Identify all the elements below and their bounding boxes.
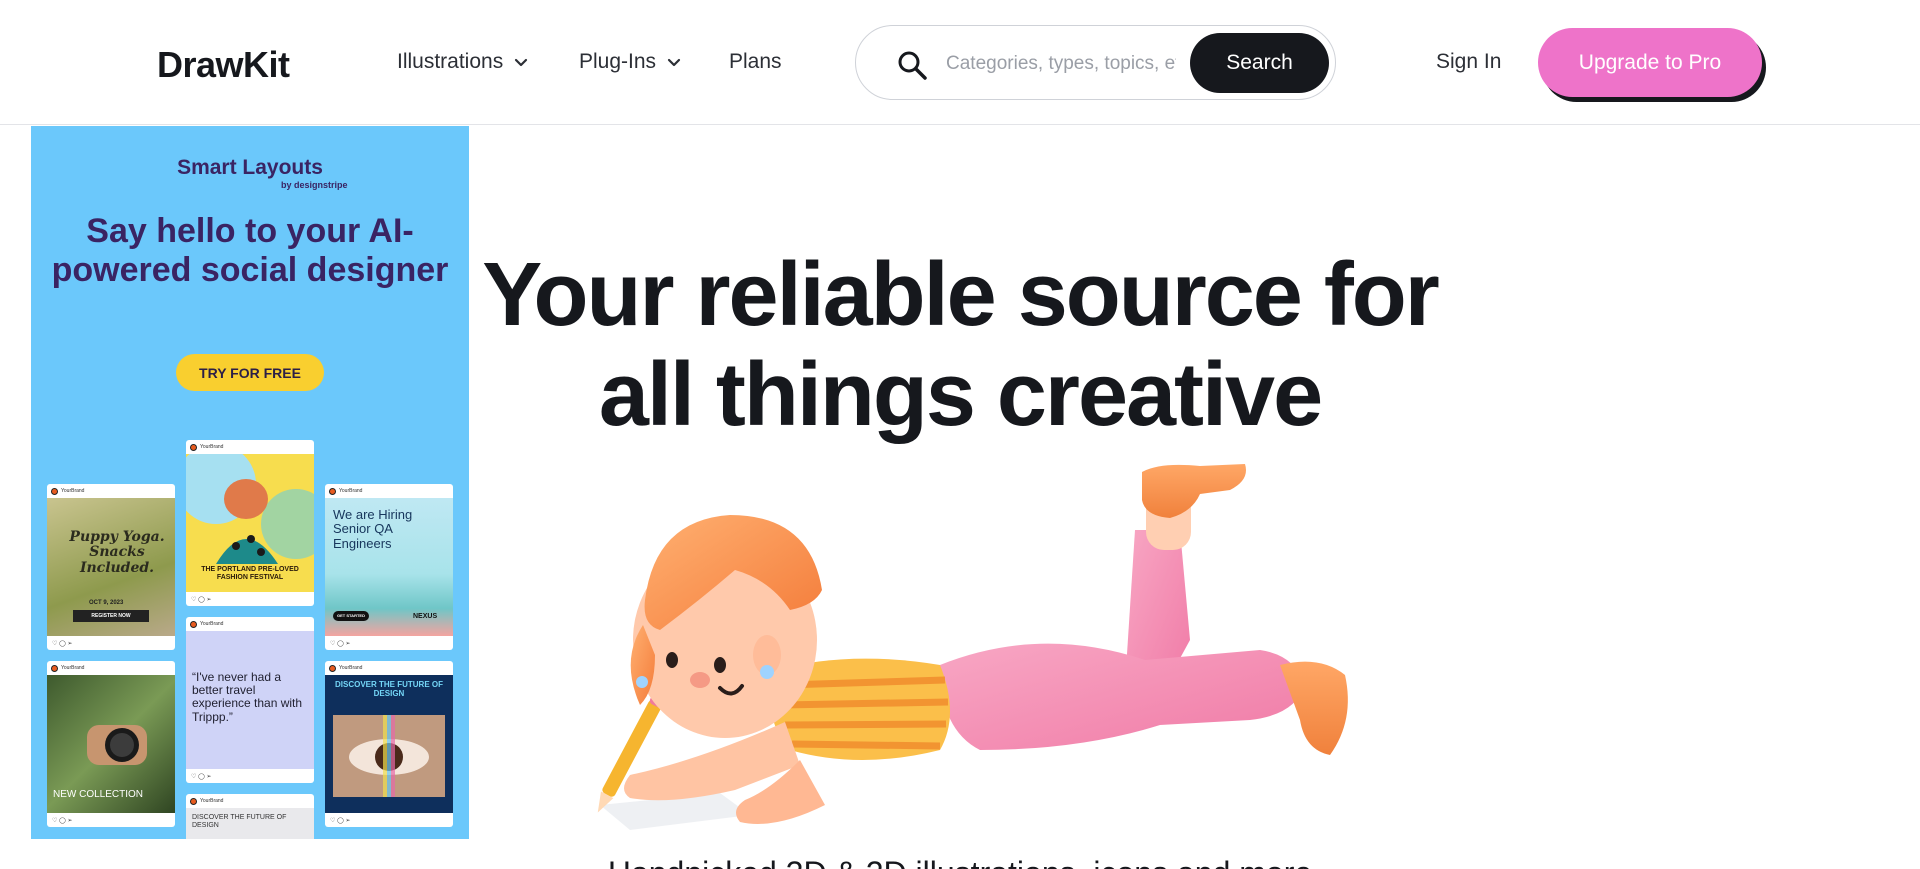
search-icon[interactable] (896, 49, 928, 81)
card-handle: YourBrand (61, 665, 85, 671)
ad-headline: Say hello to your AI-powered social desi… (51, 212, 449, 289)
card-actions: ♡ ◯ ➢ (191, 596, 212, 603)
card-date: OCT 9, 2023 (89, 600, 124, 606)
card-header: YourBrand (325, 661, 453, 675)
card-handle: YourBrand (200, 444, 224, 450)
site-header: DrawKit Illustrations Plug-Ins Plans Sea… (0, 0, 1920, 125)
card-handle: YourBrand (339, 488, 363, 494)
card-handle: YourBrand (61, 488, 85, 494)
card-image: NEW COLLECTION (47, 675, 175, 813)
nav-plug-ins[interactable]: Plug-Ins (579, 50, 682, 74)
card-actions: ♡ ◯ ➢ (330, 817, 351, 824)
hero-title: Your reliable source for all things crea… (482, 245, 1440, 445)
nav-plug-ins-label: Plug-Ins (579, 50, 657, 73)
search-button[interactable]: Search (1190, 33, 1329, 93)
card-text: THE PORTLAND PRE-LOVED FASHION FESTIVAL (201, 566, 299, 581)
ad-brand: Smart Layouts (177, 156, 323, 179)
ad-by-line: by designstripe (281, 180, 348, 190)
nav-plans[interactable]: Plans (729, 50, 782, 74)
ad-card: YourBrand Puppy Yoga. Snacks Included. O… (47, 484, 175, 650)
upgrade-to-pro-button[interactable]: Upgrade to Pro (1538, 28, 1762, 97)
nav-plans-label: Plans (729, 50, 782, 73)
card-handle: YourBrand (200, 798, 224, 804)
chevron-down-icon (515, 58, 528, 67)
ad-card: YourBrand “I've never had a better trave… (186, 617, 314, 783)
card-tag: NEXUS (413, 613, 438, 620)
upgrade-button-wrap: Upgrade to Pro (1538, 28, 1766, 102)
card-header: YourBrand (47, 661, 175, 675)
nav-illustrations-label: Illustrations (397, 50, 504, 73)
ad-card: YourBrand NEW COLLECTION ♡ ◯ ➢ (47, 661, 175, 827)
card-actions: ♡ ◯ ➢ (52, 640, 73, 647)
card-handle: YourBrand (339, 665, 363, 671)
ad-card: YourBrand DISCOVER THE FUTURE OF DESIGN … (325, 661, 453, 827)
sign-in-link[interactable]: Sign In (1436, 50, 1501, 74)
card-actions: ♡ ◯ ➢ (330, 640, 351, 647)
card-image: DISCOVER THE FUTURE OF DESIGN (325, 675, 453, 813)
nav-illustrations[interactable]: Illustrations (397, 50, 529, 74)
card-header: YourBrand (186, 794, 314, 808)
card-header: YourBrand (186, 440, 314, 454)
card-image: Puppy Yoga. Snacks Included. OCT 9, 2023… (47, 498, 175, 636)
card-image: THE PORTLAND PRE-LOVED FASHION FESTIVAL (186, 454, 314, 592)
ad-card: YourBrand DISCOVER THE FUTURE OF DESIGN (186, 794, 314, 839)
smart-layouts-ad[interactable]: Smart Layouts by designstripe Say hello … (31, 126, 469, 839)
card-text: DISCOVER THE FUTURE OF DESIGN (192, 814, 287, 829)
card-text: NEW COLLECTION (53, 789, 144, 800)
search-input[interactable] (946, 46, 1176, 81)
card-image: DISCOVER THE FUTURE OF DESIGN (186, 808, 314, 839)
card-artwork (333, 715, 445, 797)
card-text: We are Hiring Senior QA Engineers (333, 507, 413, 551)
search-bar: Search (855, 25, 1336, 100)
card-image: “I've never had a better travel experien… (186, 631, 314, 769)
card-text: DISCOVER THE FUTURE OF DESIGN (334, 680, 443, 698)
card-actions: ♡ ◯ ➢ (52, 817, 73, 824)
card-header: YourBrand (47, 484, 175, 498)
card-text: “I've never had a better travel experien… (192, 670, 303, 724)
ad-card: YourBrand We are Hiring Senior QA Engine… (325, 484, 453, 650)
card-actions: ♡ ◯ ➢ (191, 773, 212, 780)
card-register-button: REGISTER NOW (73, 610, 149, 622)
card-handle: YourBrand (200, 621, 224, 627)
card-text: Puppy Yoga. Snacks Included. (69, 529, 165, 576)
card-cta: GET STARTED (333, 611, 369, 621)
try-for-free-button[interactable]: TRY FOR FREE (176, 354, 324, 391)
hero-illustration (597, 464, 1348, 830)
hero-subtitle: Handpicked 3D & 2D illustrations, icons … (560, 855, 1360, 869)
card-header: YourBrand (325, 484, 453, 498)
card-header: YourBrand (186, 617, 314, 631)
card-image: We are Hiring Senior QA Engineers GET ST… (325, 498, 453, 636)
chevron-down-icon (667, 58, 681, 67)
ad-card: YourBrand THE PORTLAND PRE-LOVED FASHION… (186, 440, 314, 606)
logo[interactable]: DrawKit (157, 44, 290, 86)
